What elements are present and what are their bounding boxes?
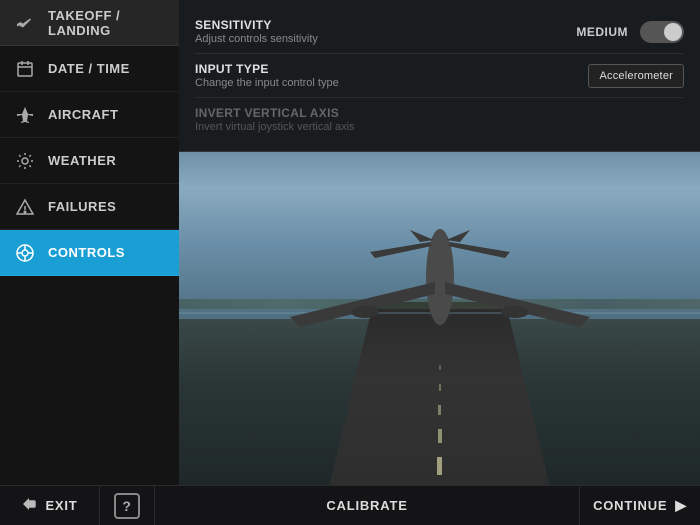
runway-dash bbox=[438, 429, 442, 443]
input-type-info: INPUT TYPE Change the input control type bbox=[195, 62, 588, 89]
sidebar-item-aircraft[interactable]: AIRCRAFT bbox=[0, 92, 179, 138]
sidebar-item-takeoff-landing[interactable]: TAKEOFF / LANDING bbox=[0, 0, 179, 46]
accelerometer-button[interactable]: Accelerometer bbox=[588, 64, 684, 88]
invert-axis-row: INVERT VERTICAL AXIS Invert virtual joys… bbox=[195, 98, 684, 141]
bottom-bar: EXIT ? CALIBRATE CONTINUE ▶ bbox=[0, 485, 700, 525]
sidebar-item-controls[interactable]: CONTROLS bbox=[0, 230, 179, 276]
sensitivity-title: SENSITIVITY bbox=[195, 18, 568, 32]
sidebar-label-takeoff-landing: TAKEOFF / LANDING bbox=[48, 8, 165, 38]
plane-icon bbox=[14, 12, 36, 34]
sidebar-item-weather[interactable]: WEATHER bbox=[0, 138, 179, 184]
weather-icon bbox=[14, 150, 36, 172]
sidebar-item-date-time[interactable]: DATE / TIME bbox=[0, 46, 179, 92]
sidebar-label-aircraft: AIRCRAFT bbox=[48, 107, 118, 122]
calendar-icon bbox=[14, 58, 36, 80]
help-button[interactable]: ? bbox=[100, 486, 155, 525]
invert-axis-info: INVERT VERTICAL AXIS Invert virtual joys… bbox=[195, 106, 684, 133]
input-type-control: Accelerometer bbox=[588, 64, 684, 88]
aircraft-silhouette bbox=[280, 222, 600, 342]
sidebar-label-date-time: DATE / TIME bbox=[48, 61, 130, 76]
chevron-right-icon: ▶ bbox=[675, 497, 687, 514]
sidebar-label-controls: CONTROLS bbox=[48, 245, 125, 260]
sidebar-label-failures: FAILURES bbox=[48, 199, 116, 214]
sensitivity-value: MEDIUM bbox=[568, 25, 628, 39]
input-type-title: INPUT TYPE bbox=[195, 62, 588, 76]
help-icon: ? bbox=[114, 493, 140, 519]
sensitivity-info: SENSITIVITY Adjust controls sensitivity bbox=[195, 18, 568, 45]
exit-icon bbox=[21, 496, 37, 515]
scene-container bbox=[179, 152, 700, 485]
aircraft-icon bbox=[14, 104, 36, 126]
sidebar-item-failures[interactable]: FAILURES bbox=[0, 184, 179, 230]
warning-icon bbox=[14, 196, 36, 218]
content-area: SENSITIVITY Adjust controls sensitivity … bbox=[179, 0, 700, 485]
calibrate-button[interactable]: CALIBRATE bbox=[155, 486, 580, 525]
toggle-knob bbox=[664, 23, 682, 41]
invert-axis-title: INVERT VERTICAL AXIS bbox=[195, 106, 684, 120]
continue-button[interactable]: CONTINUE ▶ bbox=[580, 486, 700, 525]
main-area: TAKEOFF / LANDING DATE / TIME AIRCRAFT bbox=[0, 0, 700, 485]
sensitivity-control: MEDIUM bbox=[568, 21, 684, 43]
invert-axis-desc: Invert virtual joystick vertical axis bbox=[195, 121, 684, 133]
input-type-desc: Change the input control type bbox=[195, 77, 588, 89]
sidebar-label-weather: WEATHER bbox=[48, 153, 116, 168]
continue-label: CONTINUE bbox=[593, 498, 667, 513]
sensitivity-row: SENSITIVITY Adjust controls sensitivity … bbox=[195, 10, 684, 54]
runway-dash bbox=[439, 384, 441, 391]
sidebar: TAKEOFF / LANDING DATE / TIME AIRCRAFT bbox=[0, 0, 179, 485]
runway-dash bbox=[439, 365, 441, 370]
settings-panel: SENSITIVITY Adjust controls sensitivity … bbox=[179, 0, 700, 152]
exit-label: EXIT bbox=[45, 498, 77, 513]
runway-dash bbox=[437, 457, 442, 475]
controls-icon bbox=[14, 242, 36, 264]
input-type-row: INPUT TYPE Change the input control type… bbox=[195, 54, 684, 98]
sensitivity-desc: Adjust controls sensitivity bbox=[195, 33, 568, 45]
sensitivity-toggle[interactable] bbox=[640, 21, 684, 43]
calibrate-label: CALIBRATE bbox=[326, 498, 407, 513]
runway-dash bbox=[438, 405, 441, 415]
exit-button[interactable]: EXIT bbox=[0, 486, 100, 525]
